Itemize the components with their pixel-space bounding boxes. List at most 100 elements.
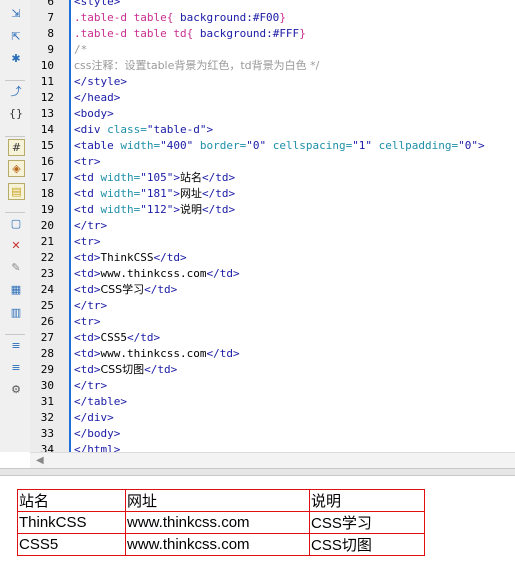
code-line[interactable]: .table-d table td{ background:#FFF} [71,26,515,42]
code-token: "0" [246,139,267,152]
line-number: 14 [40,123,54,136]
code-token: </td> [202,203,236,216]
table-cell: www.thinkcss.com [126,512,309,533]
table-row: CSS5 www.thinkcss.com CSS切图 [18,534,424,555]
table-row: 站名 网址 说明 [18,490,424,511]
select-parent-tag-icon[interactable]: ⤴ [8,84,24,100]
move-css-icon[interactable]: ▥ [8,305,24,321]
line-number: 23 [40,267,54,280]
code-token: class= [107,123,147,136]
line-number: 28 [40,347,54,360]
line-numbers-icon[interactable]: # [8,139,25,156]
code-token: border= [193,139,247,152]
code-token: "1" [352,139,373,152]
code-token: .table-d table{ [74,11,180,24]
apply-comment-icon[interactable]: ▢ [8,216,24,232]
code-line[interactable]: <td>www.thinkcss.com</td> [71,346,515,362]
code-line[interactable]: <td>CSS切图</td> [71,362,515,378]
line-number: 30 [40,379,54,392]
code-line[interactable]: <td>www.thinkcss.com</td> [71,266,515,282]
line-number: 32 [40,411,54,424]
code-line[interactable]: </body> [71,426,515,442]
code-token: "181" [140,187,174,200]
code-line[interactable]: </table> [71,394,515,410]
code-line[interactable]: </tr> [71,298,515,314]
code-token: } [279,11,286,24]
toolbar-separator [5,136,25,137]
horizontal-scrollbar[interactable]: ◀ [30,452,515,469]
code-line[interactable]: <div class="table-d"> [71,122,515,138]
line-number: 7 [47,11,54,24]
code-token: <td [74,171,101,184]
code-line[interactable]: css注释：设置table背景为红色，td背景为白色 */ [71,58,515,74]
code-view[interactable]: <style> .table-d table{ background:#F00}.… [71,0,515,456]
collapse-tag-icon[interactable]: ⇲ [8,6,24,22]
code-token: > [206,123,214,136]
code-token: </td> [206,347,240,360]
balance-braces-icon[interactable]: {} [8,106,24,122]
code-token: <style> [74,0,121,8]
code-line[interactable]: </head> [71,90,515,106]
code-token: width= [120,139,161,152]
code-token: CSS切图 [100,363,145,376]
highlight-invalid-code-icon[interactable]: ◈ [8,160,25,177]
table-cell: 站名 [18,490,125,511]
code-line[interactable]: <tr> [71,234,515,250]
line-number: 15 [40,139,54,152]
table-cell: CSS切图 [310,534,424,555]
line-number: 25 [40,299,54,312]
code-token: "0" [458,139,479,152]
code-token: <tr> [74,155,101,168]
code-line[interactable]: <style> [71,0,515,10]
collapse-selection-icon[interactable]: ⇱ [8,29,24,45]
code-line[interactable]: .table-d table{ background:#F00} [71,10,515,26]
format-source-icon[interactable]: ⚙ [8,382,24,398]
code-token: "105" [140,171,174,184]
table-cell: 网址 [126,490,309,511]
code-line[interactable]: <td width="181">网址</td> [71,186,515,202]
code-line[interactable]: <tr> [71,154,515,170]
line-number: 27 [40,331,54,344]
code-token: width= [100,203,141,216]
code-line[interactable]: </div> [71,410,515,426]
code-token: <td> [74,331,101,344]
code-token: background:#F00 [179,11,280,24]
line-number: 9 [47,43,54,56]
code-token: "table-d" [146,123,207,136]
code-token: 说明 [180,203,202,216]
code-token: </td> [206,267,240,280]
code-line[interactable]: </tr> [71,378,515,394]
code-token: "400" [160,139,194,152]
split-divider[interactable] [0,468,515,476]
code-token: css注释：设置table背景为红色，td背景为白色 */ [74,59,320,72]
code-token: > [173,187,180,200]
code-line[interactable]: <td>CSS学习</td> [71,282,515,298]
line-number: 12 [40,91,54,104]
code-token: /* [74,43,88,56]
code-token: cellpadding= [372,139,459,152]
code-line[interactable]: <td>ThinkCSS</td> [71,250,515,266]
code-line[interactable]: </style> [71,74,515,90]
scroll-left-icon[interactable]: ◀ [36,455,44,466]
code-token: } [299,27,306,40]
syntax-coloring-icon[interactable]: ▤ [8,183,25,200]
code-line[interactable]: </tr> [71,218,515,234]
recent-snippets-icon[interactable]: ▦ [8,282,24,298]
outdent-code-icon[interactable]: ≡ [8,360,24,376]
design-preview: 站名 网址 说明 ThinkCSS www.thinkcss.com CSS学习… [0,476,515,588]
remove-comment-icon[interactable]: ✕ [8,238,24,254]
expand-all-icon[interactable]: ✱ [8,51,24,67]
indent-code-icon[interactable]: ≡ [8,338,24,354]
wrap-tag-icon[interactable]: ✎ [8,260,24,276]
line-number: 6 [47,0,54,8]
code-line[interactable]: <td>CSS5</td> [71,330,515,346]
code-line[interactable]: <td width="105">站名</td> [71,170,515,186]
code-token: width= [100,171,141,184]
toolbar-separator [5,334,25,335]
code-line[interactable]: <body> [71,106,515,122]
code-line[interactable]: <tr> [71,314,515,330]
code-token: <td> [74,363,101,376]
code-line[interactable]: <table width="400" border="0" cellspacin… [71,138,515,154]
code-line[interactable]: <td width="112">说明</td> [71,202,515,218]
code-line[interactable]: /* [71,42,515,58]
